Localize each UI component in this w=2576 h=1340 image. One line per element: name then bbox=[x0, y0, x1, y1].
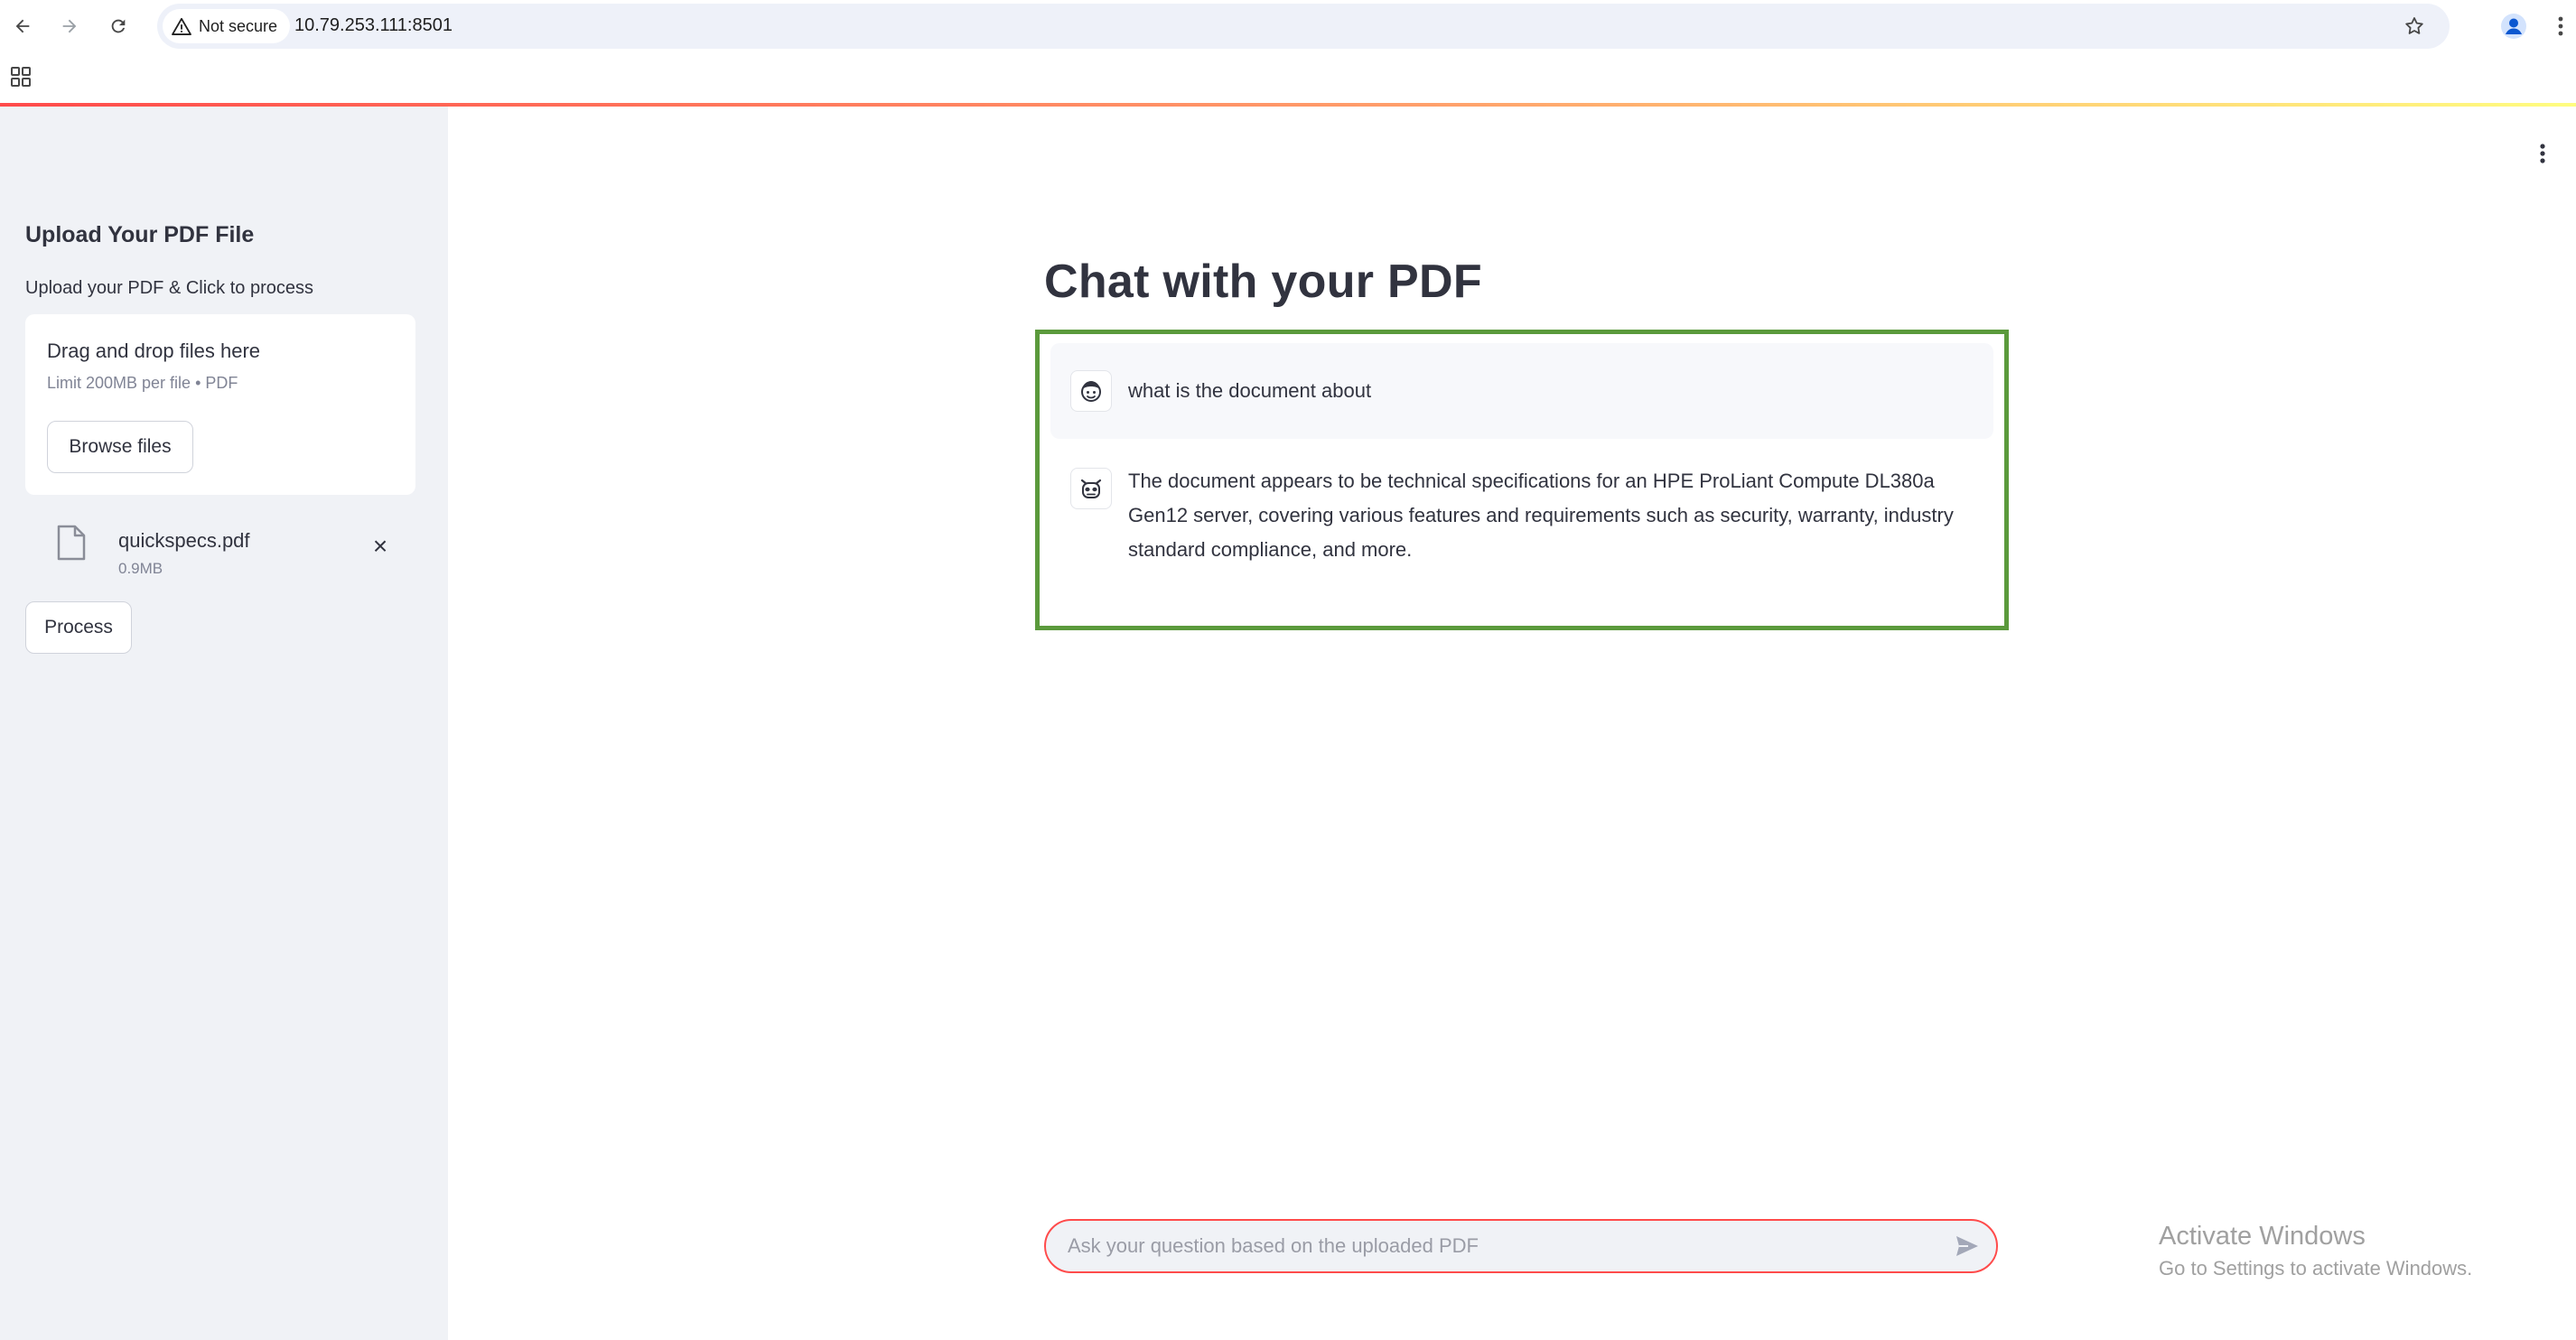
reload-button[interactable] bbox=[99, 7, 137, 45]
chat-history: what is the document about The document … bbox=[1035, 330, 2009, 630]
browse-files-button[interactable]: Browse files bbox=[47, 421, 193, 473]
back-arrow-icon bbox=[15, 19, 30, 33]
sidebar-title: Upload Your PDF File bbox=[25, 222, 255, 247]
apps-button[interactable] bbox=[7, 63, 34, 90]
sidebar: Upload Your PDF File Upload your PDF & C… bbox=[0, 107, 448, 1340]
file-dropzone[interactable]: Drag and drop files here Limit 200MB per… bbox=[25, 314, 415, 495]
remove-file-button[interactable]: × bbox=[365, 531, 396, 562]
bookmarks-bar bbox=[0, 52, 2576, 105]
page-title: Chat with your PDF bbox=[1044, 256, 1482, 308]
assistant-message-text: The document appears to be technical spe… bbox=[1128, 470, 1954, 561]
address-bar[interactable]: Not secure 10.79.253.111:8501 bbox=[157, 4, 2450, 49]
star-icon bbox=[2405, 17, 2423, 34]
profile-avatar-icon bbox=[2501, 14, 2526, 39]
send-button[interactable] bbox=[1949, 1228, 1985, 1264]
security-chip[interactable]: Not secure bbox=[163, 9, 291, 43]
reload-icon bbox=[111, 19, 126, 33]
browser-menu-button[interactable] bbox=[2549, 7, 2572, 45]
send-icon bbox=[1956, 1236, 1978, 1256]
forward-arrow-icon bbox=[62, 19, 77, 33]
app-menu-button[interactable] bbox=[2529, 135, 2556, 172]
activate-windows-title: Activate Windows bbox=[2159, 1222, 2366, 1251]
uploaded-file-item: quickspecs.pdf 0.9MB × bbox=[25, 513, 415, 594]
dropzone-limit: Limit 200MB per file • PDF bbox=[47, 374, 238, 392]
file-icon bbox=[57, 525, 86, 561]
file-name: quickspecs.pdf bbox=[118, 529, 250, 552]
bookmark-star-button[interactable] bbox=[2397, 9, 2431, 43]
vertical-dots-icon bbox=[2558, 16, 2563, 36]
warning-triangle-icon bbox=[172, 17, 191, 35]
security-label: Not secure bbox=[199, 16, 278, 35]
apps-grid-icon bbox=[11, 67, 31, 87]
chat-message-assistant: The document appears to be technical spe… bbox=[1050, 446, 1993, 618]
process-button[interactable]: Process bbox=[25, 601, 132, 654]
file-size: 0.9MB bbox=[118, 560, 163, 577]
user-message-text: what is the document about bbox=[1128, 379, 1372, 402]
chat-input-container bbox=[1044, 1219, 1998, 1273]
url-text[interactable]: 10.79.253.111:8501 bbox=[294, 15, 453, 36]
close-icon: × bbox=[372, 532, 388, 560]
sidebar-subtitle: Upload your PDF & Click to process bbox=[25, 278, 314, 298]
dropzone-title: Drag and drop files here bbox=[47, 340, 261, 362]
forward-button[interactable] bbox=[51, 7, 89, 45]
back-button[interactable] bbox=[4, 7, 42, 45]
profile-button[interactable] bbox=[2495, 7, 2533, 45]
activate-windows-subtitle: Go to Settings to activate Windows. bbox=[2159, 1257, 2473, 1280]
chat-message-user: what is the document about bbox=[1050, 343, 1993, 439]
assistant-avatar-icon bbox=[1070, 468, 1112, 509]
vertical-dots-icon bbox=[2540, 144, 2545, 163]
user-avatar-icon bbox=[1070, 370, 1112, 412]
chat-input[interactable] bbox=[1066, 1228, 1933, 1264]
browser-toolbar: Not secure 10.79.253.111:8501 bbox=[0, 0, 2576, 52]
